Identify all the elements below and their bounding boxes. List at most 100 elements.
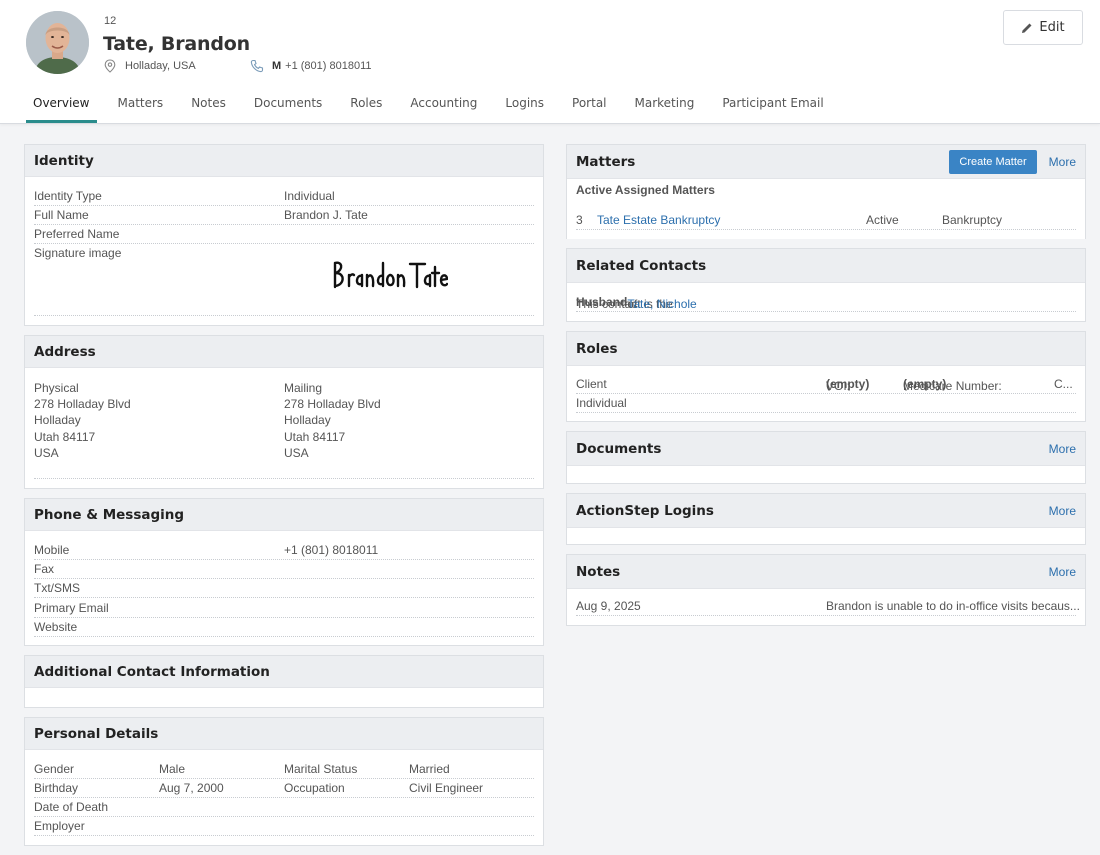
related-title: Related Contacts: [576, 257, 707, 274]
tab-overview[interactable]: Overview: [26, 89, 97, 123]
location-text: Holladay, USA: [125, 60, 196, 72]
physical-state: Utah 84117: [34, 430, 96, 444]
logins-card: ActionStep Logins More: [566, 493, 1086, 545]
signature-row: Signature image: [34, 244, 534, 316]
address-card: Address Physical 278 Holladay Blvd Holla…: [24, 335, 544, 489]
related-sentence: This contact is the Husband of Tate, Nic…: [576, 295, 697, 311]
tab-bar: Overview Matters Notes Documents Roles A…: [26, 89, 845, 123]
employer-label: Employer: [34, 819, 85, 833]
phone-row: Website: [34, 618, 534, 637]
phone[interactable]: M +1 (801) 8018011: [250, 59, 372, 73]
logins-more-link[interactable]: More: [1049, 504, 1076, 518]
role-overflow: C...: [1054, 377, 1073, 391]
medicare-field: Medicare Number: (empty): [903, 377, 1002, 393]
phone-number[interactable]: +1 (801) 8018011: [285, 60, 371, 72]
identity-card: Identity Identity Type Individual Full N…: [24, 144, 544, 326]
documents-more-link[interactable]: More: [1049, 442, 1076, 456]
tab-roles[interactable]: Roles: [343, 89, 389, 123]
mailing-city: Holladay: [284, 413, 331, 427]
primary-email-label: Primary Email: [34, 601, 109, 615]
signature-label: Signature image: [34, 246, 122, 260]
note-text: Brandon is unable to do in-office visits…: [826, 599, 1080, 613]
matters-card: Matters Create Matter More Active Assign…: [566, 144, 1086, 239]
tab-matters[interactable]: Matters: [111, 89, 171, 123]
matters-title: Matters: [576, 153, 636, 170]
marital-status-value: Married: [409, 762, 450, 776]
additional-title: Additional Contact Information: [34, 663, 270, 680]
notes-more-link[interactable]: More: [1049, 565, 1076, 579]
medicare-label: Medicare Number:: [903, 379, 1002, 393]
full-name-label: Full Name: [34, 208, 89, 222]
notes-card: Notes More Aug 9, 2025 Brandon is unable…: [566, 554, 1086, 626]
phone-row: Primary Email: [34, 599, 534, 618]
tab-marketing[interactable]: Marketing: [628, 89, 702, 123]
phone-messaging-title: Phone & Messaging: [34, 506, 185, 523]
identity-row: Full Name Brandon J. Tate: [34, 206, 534, 225]
voi-field: VOI: (empty): [826, 377, 869, 393]
role-row: Client VOI: (empty) Medicare Number: (em…: [576, 375, 1076, 394]
related-row: This contact is the Husband of Tate, Nic…: [576, 293, 1076, 312]
identity-type-label: Identity Type: [34, 189, 102, 203]
identity-type-value: Individual: [284, 189, 335, 203]
marital-status-label: Marital Status: [284, 762, 358, 776]
physical-country: USA: [34, 446, 59, 460]
related-contact-link[interactable]: Tate, Nichole: [627, 297, 696, 311]
contact-name: Tate, Brandon: [103, 33, 250, 55]
tab-notes[interactable]: Notes: [184, 89, 233, 123]
tab-portal[interactable]: Portal: [565, 89, 613, 123]
avatar: [26, 11, 89, 74]
location-pin-icon: [104, 59, 116, 73]
logins-title: ActionStep Logins: [576, 502, 714, 519]
identity-row: Identity Type Individual: [34, 187, 534, 206]
note-date: Aug 9, 2025: [576, 599, 641, 613]
edit-button[interactable]: Edit: [1003, 10, 1083, 45]
identity-title: Identity: [34, 152, 94, 169]
tab-participant-email[interactable]: Participant Email: [715, 89, 830, 123]
role-sub-row: Individual: [576, 394, 1076, 413]
tab-logins[interactable]: Logins: [498, 89, 551, 123]
physical-street: 278 Holladay Blvd: [34, 397, 131, 411]
documents-card: Documents More: [566, 431, 1086, 484]
occupation-value: Civil Engineer: [409, 781, 484, 795]
create-matter-button[interactable]: Create Matter: [949, 149, 1037, 174]
fax-label: Fax: [34, 562, 55, 576]
personal-title: Personal Details: [34, 725, 159, 742]
mobile-label: Mobile: [34, 543, 70, 557]
physical-label: Physical: [34, 381, 79, 395]
contact-id: 12: [104, 15, 117, 27]
notes-title: Notes: [576, 563, 621, 580]
date-of-death-label: Date of Death: [34, 800, 109, 814]
note-row[interactable]: Aug 9, 2025 Brandon is unable to do in-o…: [576, 597, 1080, 616]
website-label: Website: [34, 620, 78, 634]
birthday-value: Aug 7, 2000: [159, 781, 224, 795]
personal-row: Birthday Aug 7, 2000 Occupation Civil En…: [34, 779, 534, 798]
role-sub: Individual: [576, 396, 627, 410]
gender-value: Male: [159, 762, 186, 776]
phone-row: Txt/SMS: [34, 579, 534, 598]
birthday-label: Birthday: [34, 781, 79, 795]
voi-label: VOI:: [826, 379, 851, 393]
personal-row: Gender Male Marital Status Married: [34, 760, 534, 779]
address-title: Address: [34, 343, 96, 360]
edit-label: Edit: [1039, 20, 1065, 35]
related-contacts-card: Related Contacts This contact is the Hus…: [566, 248, 1086, 322]
matter-status: Active: [866, 213, 899, 227]
matters-more-link[interactable]: More: [1049, 155, 1076, 169]
mailing-street: 278 Holladay Blvd: [284, 397, 381, 411]
documents-title: Documents: [576, 440, 662, 457]
matter-name-link[interactable]: Tate Estate Bankruptcy: [597, 213, 720, 227]
phone-icon: [250, 59, 264, 73]
preferred-name-label: Preferred Name: [34, 227, 120, 241]
tab-accounting[interactable]: Accounting: [403, 89, 484, 123]
mobile-value[interactable]: +1 (801) 8018011: [284, 543, 378, 557]
matter-row[interactable]: 3 Tate Estate Bankruptcy Active Bankrupt…: [576, 211, 1076, 230]
personal-row: Employer: [34, 817, 534, 836]
tab-documents[interactable]: Documents: [247, 89, 329, 123]
location: Holladay, USA: [104, 59, 196, 73]
roles-title: Roles: [576, 340, 618, 357]
phone-row: Fax: [34, 560, 534, 579]
occupation-label: Occupation: [284, 781, 345, 795]
active-matters-subheader: Active Assigned Matters: [576, 183, 715, 197]
mailing-state: Utah 84117: [284, 430, 346, 444]
pencil-icon: [1022, 23, 1032, 33]
